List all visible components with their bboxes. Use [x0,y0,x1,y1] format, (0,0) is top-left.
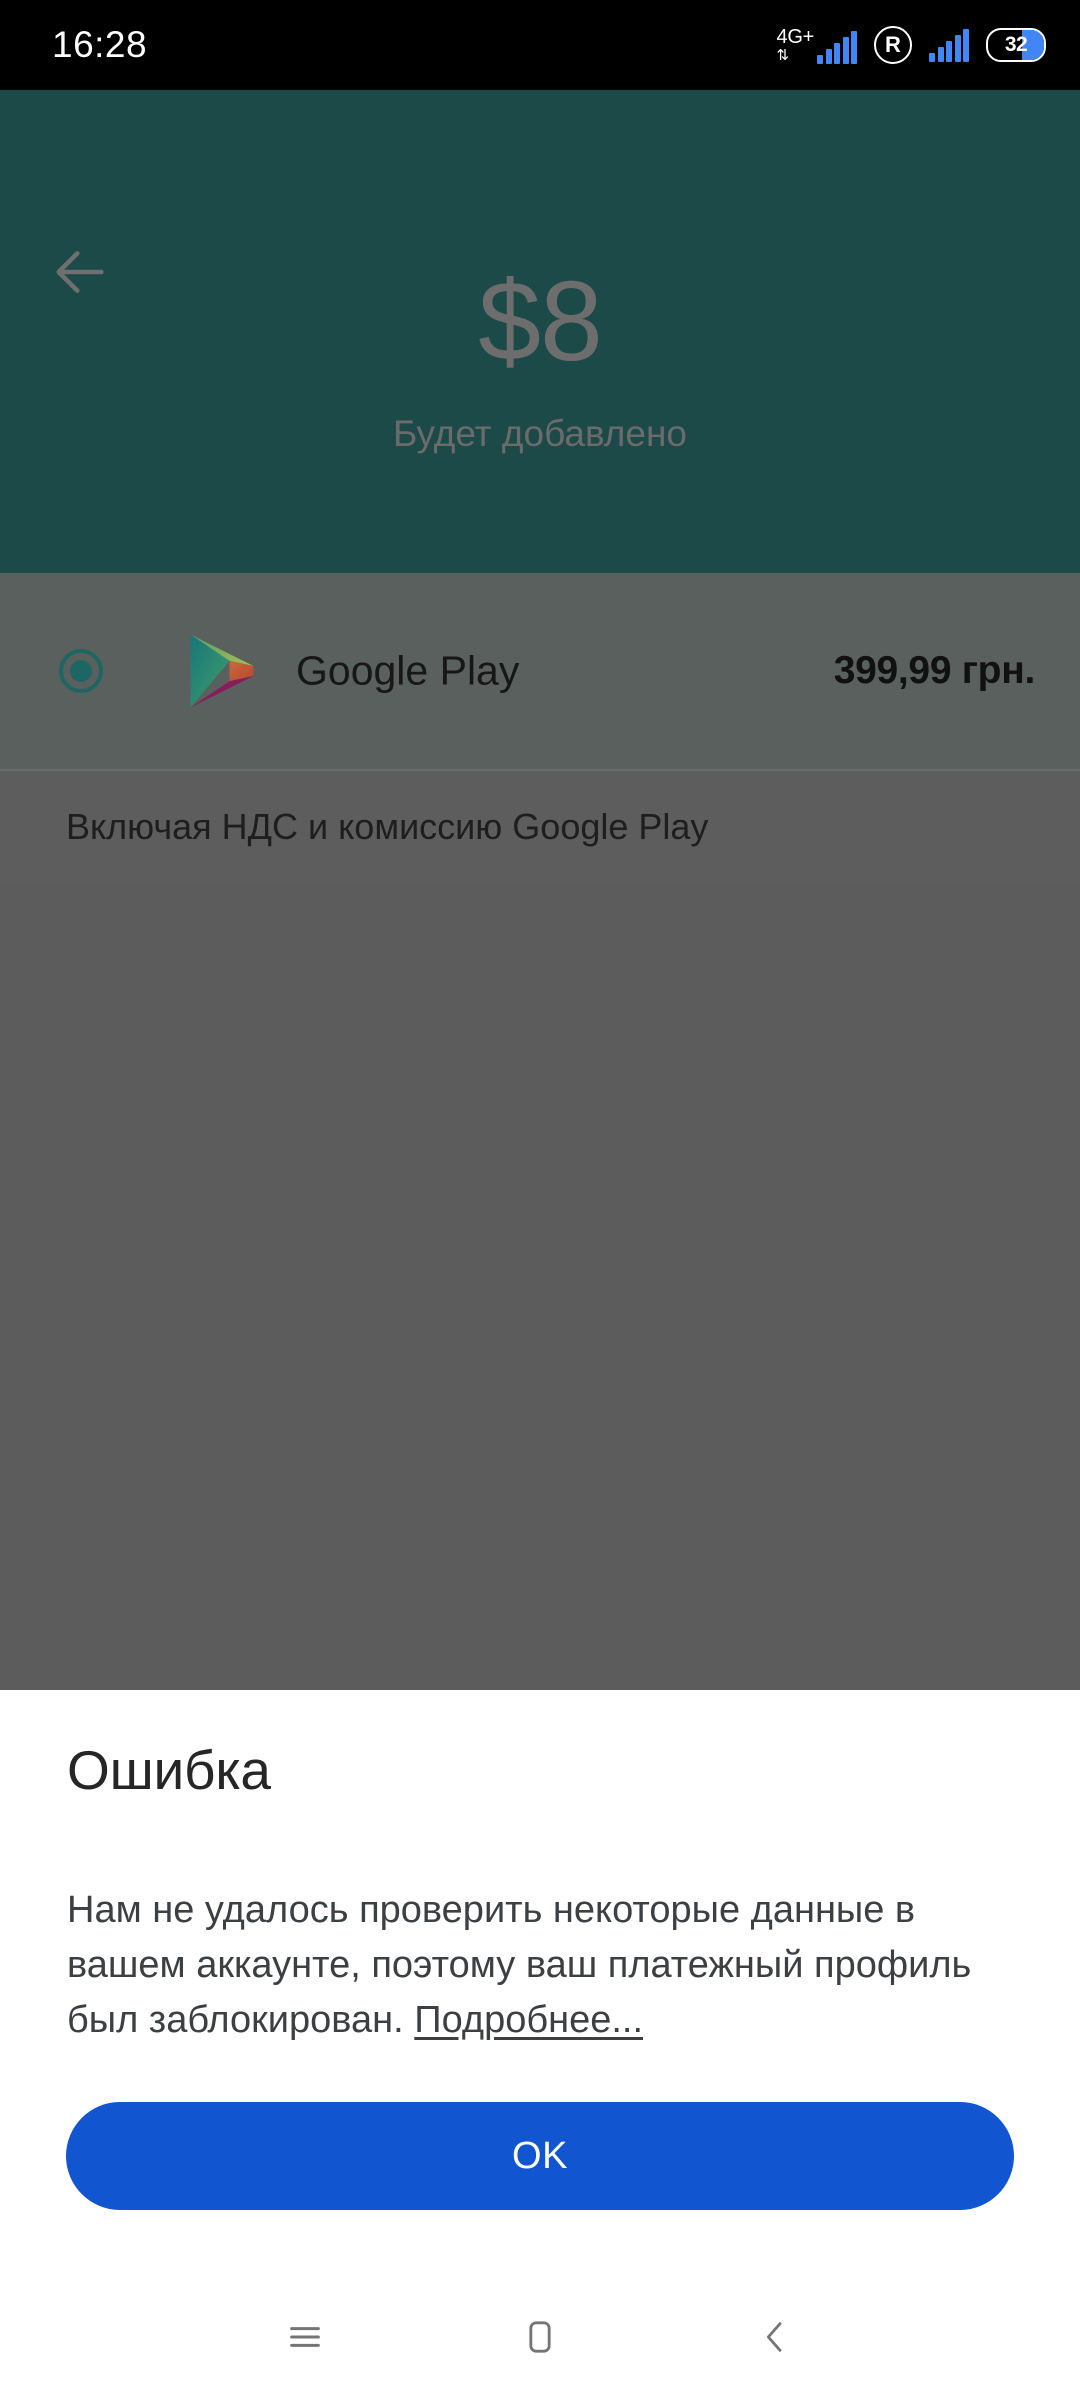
google-play-logo-icon [188,633,256,709]
signal-bars-icon-secondary [929,28,969,62]
hero-header: $8 Будет добавлено [0,90,1080,573]
dialog-title: Ошибка [67,1739,271,1801]
status-bar: 16:28 4G+ ⇅ R 32 [0,0,1080,90]
mobile-data-icon: 4G+ ⇅ [777,27,857,64]
radio-selected-icon[interactable] [59,649,103,693]
payment-method-price: 399,99 грн. [833,649,1036,692]
status-bar-icon-group: 4G+ ⇅ R 32 [777,26,1046,64]
payment-method-row[interactable]: Google Play 399,99 грн. [0,573,1080,769]
battery-icon: 32 [986,28,1046,62]
network-type-stack: 4G+ ⇅ [776,25,815,64]
dialog-body: Нам не удалось проверить некоторые данны… [67,1883,1019,2048]
network-type-label: 4G+ [776,25,815,48]
hero-caption: Будет добавлено [393,413,687,454]
phone-screen: 16:28 4G+ ⇅ R 32 $8 Будет добавлено Goog… [0,0,1080,2400]
payment-method-name: Google Play [296,647,520,694]
learn-more-link[interactable]: Подробнее... [414,1999,643,2041]
ok-button[interactable]: OK [66,2102,1014,2210]
hero-amount: $8 [478,258,603,384]
recents-menu-icon[interactable] [257,2289,353,2385]
back-chevron-icon[interactable] [727,2289,823,2385]
home-square-icon[interactable] [492,2289,588,2385]
data-transfer-arrows-icon: ⇅ [776,46,790,64]
signal-bars-icon [817,30,857,64]
android-navigation-bar [0,2274,1080,2400]
tax-note-label: Включая НДС и комиссию Google Play [66,806,709,847]
roaming-icon: R [874,26,912,64]
status-bar-clock: 16:28 [52,24,148,65]
tax-note-band: Включая НДС и комиссию Google Play [0,771,1080,883]
battery-level-label: 32 [1004,33,1028,56]
